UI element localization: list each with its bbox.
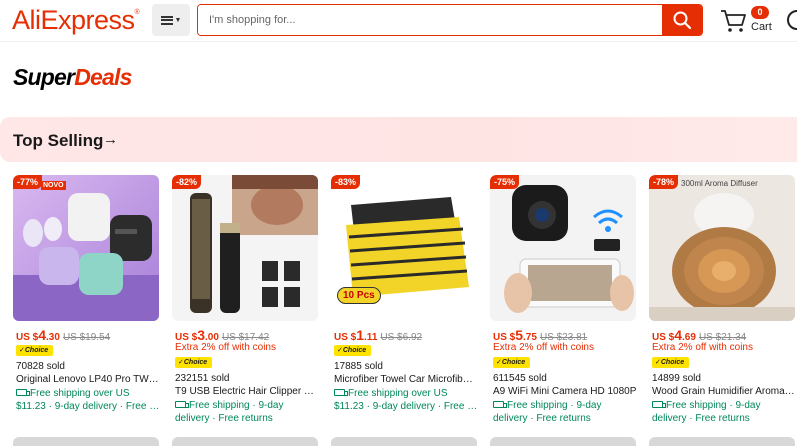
product-card[interactable]: -77% NOVO US $4.30 US $19.54 ✓Choice 7082…: [13, 175, 160, 435]
product-title[interactable]: Original Lenovo LP40 Pro TWS Earphones: [16, 374, 160, 385]
choice-badge: ✓Choice: [493, 357, 530, 368]
aliexpress-logo[interactable]: AliExpress®: [12, 5, 140, 36]
truck-icon: [652, 401, 666, 408]
sold-count: 232151 sold: [175, 373, 230, 384]
search-input[interactable]: [198, 5, 662, 35]
product-image[interactable]: -75%: [490, 175, 636, 321]
price: US $4.30 US $19.54: [16, 327, 111, 343]
image-caption: 300ml Aroma Diffuser: [681, 179, 758, 188]
menu-icon: [160, 15, 173, 25]
humidifier-image: [649, 175, 795, 321]
discount-badge: -78%: [649, 175, 679, 189]
arrow-right-icon[interactable]: →: [103, 131, 118, 148]
choice-badge: ✓Choice: [175, 357, 212, 368]
coins-offer: Extra 2% off with coins: [493, 342, 594, 353]
quantity-tag: 10 Pcs: [337, 287, 381, 304]
coins-offer: Extra 2% off with coins: [175, 342, 276, 353]
product-image[interactable]: -83% 10 Pcs: [331, 175, 477, 321]
product-image[interactable]: -78% 300ml Aroma Diffuser: [649, 175, 795, 321]
choice-badge: ✓Choice: [16, 345, 53, 356]
category-menu-button[interactable]: ▼: [152, 4, 190, 36]
sold-count: 14899 sold: [652, 373, 701, 384]
sold-count: 17885 sold: [334, 361, 383, 372]
brand-badge: NOVO: [41, 181, 66, 190]
cart-label: Cart: [751, 21, 772, 33]
discount-badge: -77%: [13, 175, 43, 189]
discount-badge: -82%: [172, 175, 202, 189]
delivery-info: delivery · Free returns: [493, 413, 591, 424]
shipping-info: Free shipping over US: [16, 388, 160, 399]
truck-icon: [334, 389, 348, 396]
chevron-down-icon: ▼: [174, 16, 182, 24]
delivery-info: $11.23 · 9-day delivery · Free returns: [334, 401, 478, 412]
product-image[interactable]: -82%: [172, 175, 318, 321]
shipping-info: Free shipping · 9-day: [493, 400, 637, 411]
delivery-info: delivery · Free returns: [175, 413, 273, 424]
hair-clipper-image: [172, 175, 318, 321]
top-selling-banner[interactable]: [0, 117, 797, 162]
product-title[interactable]: Wood Grain Humidifier Aroma Diffuser: [652, 386, 796, 397]
search-icon: [673, 11, 692, 30]
discount-badge: -83%: [331, 175, 361, 189]
next-row-card[interactable]: [172, 437, 318, 446]
original-price: US $6.92: [380, 332, 423, 343]
cart-button[interactable]: 0 Cart: [718, 4, 788, 38]
top-header: AliExpress® ▼ 0 Cart: [0, 0, 797, 42]
delivery-info: delivery · Free returns: [652, 413, 750, 424]
product-title[interactable]: Microfiber Towel Car Microfiber Cloth: [334, 374, 478, 385]
section-title[interactable]: Top Selling: [13, 131, 103, 151]
shipping-info: Free shipping · 9-day: [652, 400, 796, 411]
shipping-info: Free shipping over US: [334, 388, 478, 399]
next-row-card[interactable]: [331, 437, 477, 446]
search-button[interactable]: [662, 5, 702, 35]
truck-icon: [16, 389, 30, 396]
product-card[interactable]: -75% US $5.75 US $23.81 Extra 2% off with…: [490, 175, 636, 435]
product-image[interactable]: -77% NOVO: [13, 175, 159, 321]
product-card[interactable]: -82% US $3.00 US $17.42 Extra 2% off with…: [172, 175, 319, 435]
product-card[interactable]: -83% 10 Pcs US $1.11 US $6.92 ✓Choice 178…: [331, 175, 478, 435]
original-price: US $19.54: [62, 332, 111, 343]
next-row-card[interactable]: [13, 437, 159, 446]
search-bar: [197, 4, 703, 36]
delivery-info: $11.23 · 9-day delivery · Free returns: [16, 401, 160, 412]
superdeals-title[interactable]: SuperDeals: [13, 64, 132, 91]
earphones-image: [13, 175, 159, 321]
discount-badge: -75%: [490, 175, 520, 189]
truck-icon: [493, 401, 507, 408]
sold-count: 611545 sold: [493, 373, 547, 384]
price: US $1.11 US $6.92: [334, 327, 423, 343]
sold-count: 70828 sold: [16, 361, 65, 372]
shipping-info: Free shipping · 9-day: [175, 400, 319, 411]
next-row-card[interactable]: [490, 437, 636, 446]
choice-badge: ✓Choice: [652, 357, 689, 368]
product-title[interactable]: T9 USB Electric Hair Clipper For Men: [175, 386, 319, 397]
account-icon[interactable]: [787, 10, 797, 30]
truck-icon: [175, 401, 189, 408]
coins-offer: Extra 2% off with coins: [652, 342, 753, 353]
next-row-card[interactable]: [649, 437, 795, 446]
cart-icon: [721, 10, 746, 32]
product-title[interactable]: A9 WiFi Mini Camera HD 1080P: [493, 386, 637, 397]
choice-badge: ✓Choice: [334, 345, 371, 356]
cart-count-badge: 0: [751, 6, 769, 19]
product-card[interactable]: -78% 300ml Aroma Diffuser US $4.69 US $21…: [649, 175, 796, 435]
camera-image: [490, 175, 636, 321]
